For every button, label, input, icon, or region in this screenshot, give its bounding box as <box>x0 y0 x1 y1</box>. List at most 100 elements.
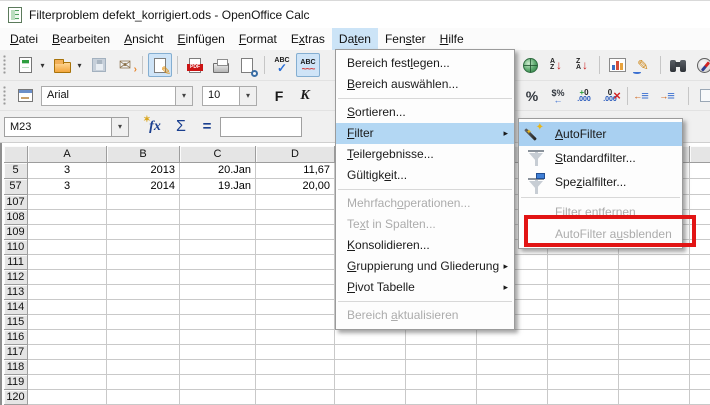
cell[interactable]: 2014 <box>107 179 180 195</box>
open-dropdown[interactable]: ▾ <box>75 61 84 70</box>
toolbar-grip[interactable] <box>3 55 8 75</box>
cell[interactable] <box>477 390 548 405</box>
font-size-combo[interactable]: 10 ▾ <box>202 86 257 106</box>
cell[interactable]: 20,00 <box>256 179 335 195</box>
cell[interactable] <box>548 300 619 315</box>
page-preview-button[interactable] <box>235 53 259 77</box>
row-header-114[interactable]: 114 <box>4 300 28 315</box>
cell[interactable]: 11,67 <box>256 163 335 179</box>
menu-item-pivot-tabelle[interactable]: Pivot Tabelle▸ <box>336 277 514 298</box>
column-header-b[interactable]: B <box>107 146 180 163</box>
cell[interactable] <box>180 240 256 255</box>
cell[interactable] <box>619 255 690 270</box>
font-size-dropdown[interactable]: ▾ <box>239 87 256 105</box>
cell[interactable]: 20.Jan <box>180 163 256 179</box>
cell[interactable] <box>28 360 107 375</box>
cell[interactable] <box>690 345 710 360</box>
cell[interactable] <box>690 300 710 315</box>
row-header-115[interactable]: 115 <box>4 315 28 330</box>
cell[interactable] <box>107 285 180 300</box>
row-header-108[interactable]: 108 <box>4 210 28 225</box>
cell[interactable] <box>256 210 335 225</box>
row-header-117[interactable]: 117 <box>4 345 28 360</box>
cell[interactable] <box>406 390 477 405</box>
cell[interactable] <box>619 315 690 330</box>
cell[interactable] <box>548 255 619 270</box>
cell[interactable] <box>619 300 690 315</box>
function-wizard-button[interactable]: ✶fx <box>143 115 167 139</box>
cell[interactable] <box>690 390 710 405</box>
cell[interactable] <box>107 195 180 210</box>
row-header-119[interactable]: 119 <box>4 375 28 390</box>
cell[interactable] <box>619 345 690 360</box>
cell[interactable] <box>107 315 180 330</box>
cell[interactable] <box>256 225 335 240</box>
cell[interactable] <box>256 240 335 255</box>
email-button[interactable]: ✉› <box>113 53 137 77</box>
cell[interactable] <box>335 345 406 360</box>
cell[interactable] <box>690 375 710 390</box>
grid-corner-cell[interactable] <box>4 146 28 163</box>
cell[interactable] <box>477 345 548 360</box>
cell[interactable] <box>28 300 107 315</box>
cell[interactable] <box>548 315 619 330</box>
column-header[interactable] <box>690 146 710 163</box>
menu-item-filter[interactable]: Filter▸ <box>336 123 514 144</box>
cell[interactable] <box>28 345 107 360</box>
navigator-button[interactable] <box>692 53 710 77</box>
print-button[interactable] <box>209 53 233 77</box>
font-name-combo[interactable]: Arial ▾ <box>41 86 193 106</box>
row-header-109[interactable]: 109 <box>4 225 28 240</box>
find-replace-button[interactable] <box>666 53 690 77</box>
cell[interactable]: 2013 <box>107 163 180 179</box>
cell[interactable] <box>335 390 406 405</box>
cell[interactable] <box>180 210 256 225</box>
cell[interactable] <box>107 225 180 240</box>
increase-indent-button[interactable]: →≡ <box>659 84 683 108</box>
menubar-item-fenster[interactable]: Fenster <box>378 28 433 50</box>
cell[interactable] <box>335 360 406 375</box>
row-header-57[interactable]: 57 <box>4 179 28 195</box>
spellcheck-button[interactable]: ABC✓ <box>270 53 294 77</box>
cell[interactable] <box>28 195 107 210</box>
cell[interactable] <box>28 210 107 225</box>
borders-button[interactable] <box>694 84 710 108</box>
cell[interactable] <box>180 330 256 345</box>
cell[interactable] <box>107 270 180 285</box>
cell[interactable] <box>548 345 619 360</box>
cell[interactable] <box>28 330 107 345</box>
cell[interactable] <box>256 360 335 375</box>
insert-chart-button[interactable] <box>605 53 629 77</box>
menubar-item-ansicht[interactable]: Ansicht <box>117 28 170 50</box>
cell[interactable] <box>28 225 107 240</box>
cell[interactable] <box>180 270 256 285</box>
cell[interactable] <box>690 360 710 375</box>
cell[interactable] <box>107 210 180 225</box>
cell[interactable] <box>28 315 107 330</box>
cell[interactable] <box>256 315 335 330</box>
cell[interactable] <box>28 240 107 255</box>
menubar-item-hilfe[interactable]: Hilfe <box>433 28 471 50</box>
cell[interactable] <box>180 285 256 300</box>
cell[interactable] <box>548 285 619 300</box>
cell[interactable] <box>619 330 690 345</box>
cell[interactable] <box>619 285 690 300</box>
menu-item-gruppierung-und-gliederung[interactable]: Gruppierung und Gliederung▸ <box>336 256 514 277</box>
cell[interactable] <box>690 163 710 179</box>
cell[interactable] <box>180 345 256 360</box>
cell[interactable] <box>477 330 548 345</box>
cell[interactable] <box>28 255 107 270</box>
menu-item-mehrfachoperationen[interactable]: Mehrfachoperationen... <box>336 193 514 214</box>
save-button[interactable] <box>87 53 111 77</box>
cell[interactable] <box>690 315 710 330</box>
cell[interactable]: 3 <box>28 163 107 179</box>
cell[interactable] <box>180 255 256 270</box>
cell[interactable]: 3 <box>28 179 107 195</box>
cell[interactable] <box>107 360 180 375</box>
cell[interactable] <box>690 179 710 195</box>
cell[interactable] <box>107 330 180 345</box>
cell[interactable] <box>256 300 335 315</box>
row-header-111[interactable]: 111 <box>4 255 28 270</box>
menu-item-teilergebnisse[interactable]: Teilergebnisse... <box>336 144 514 165</box>
row-header-5[interactable]: 5 <box>4 163 28 179</box>
